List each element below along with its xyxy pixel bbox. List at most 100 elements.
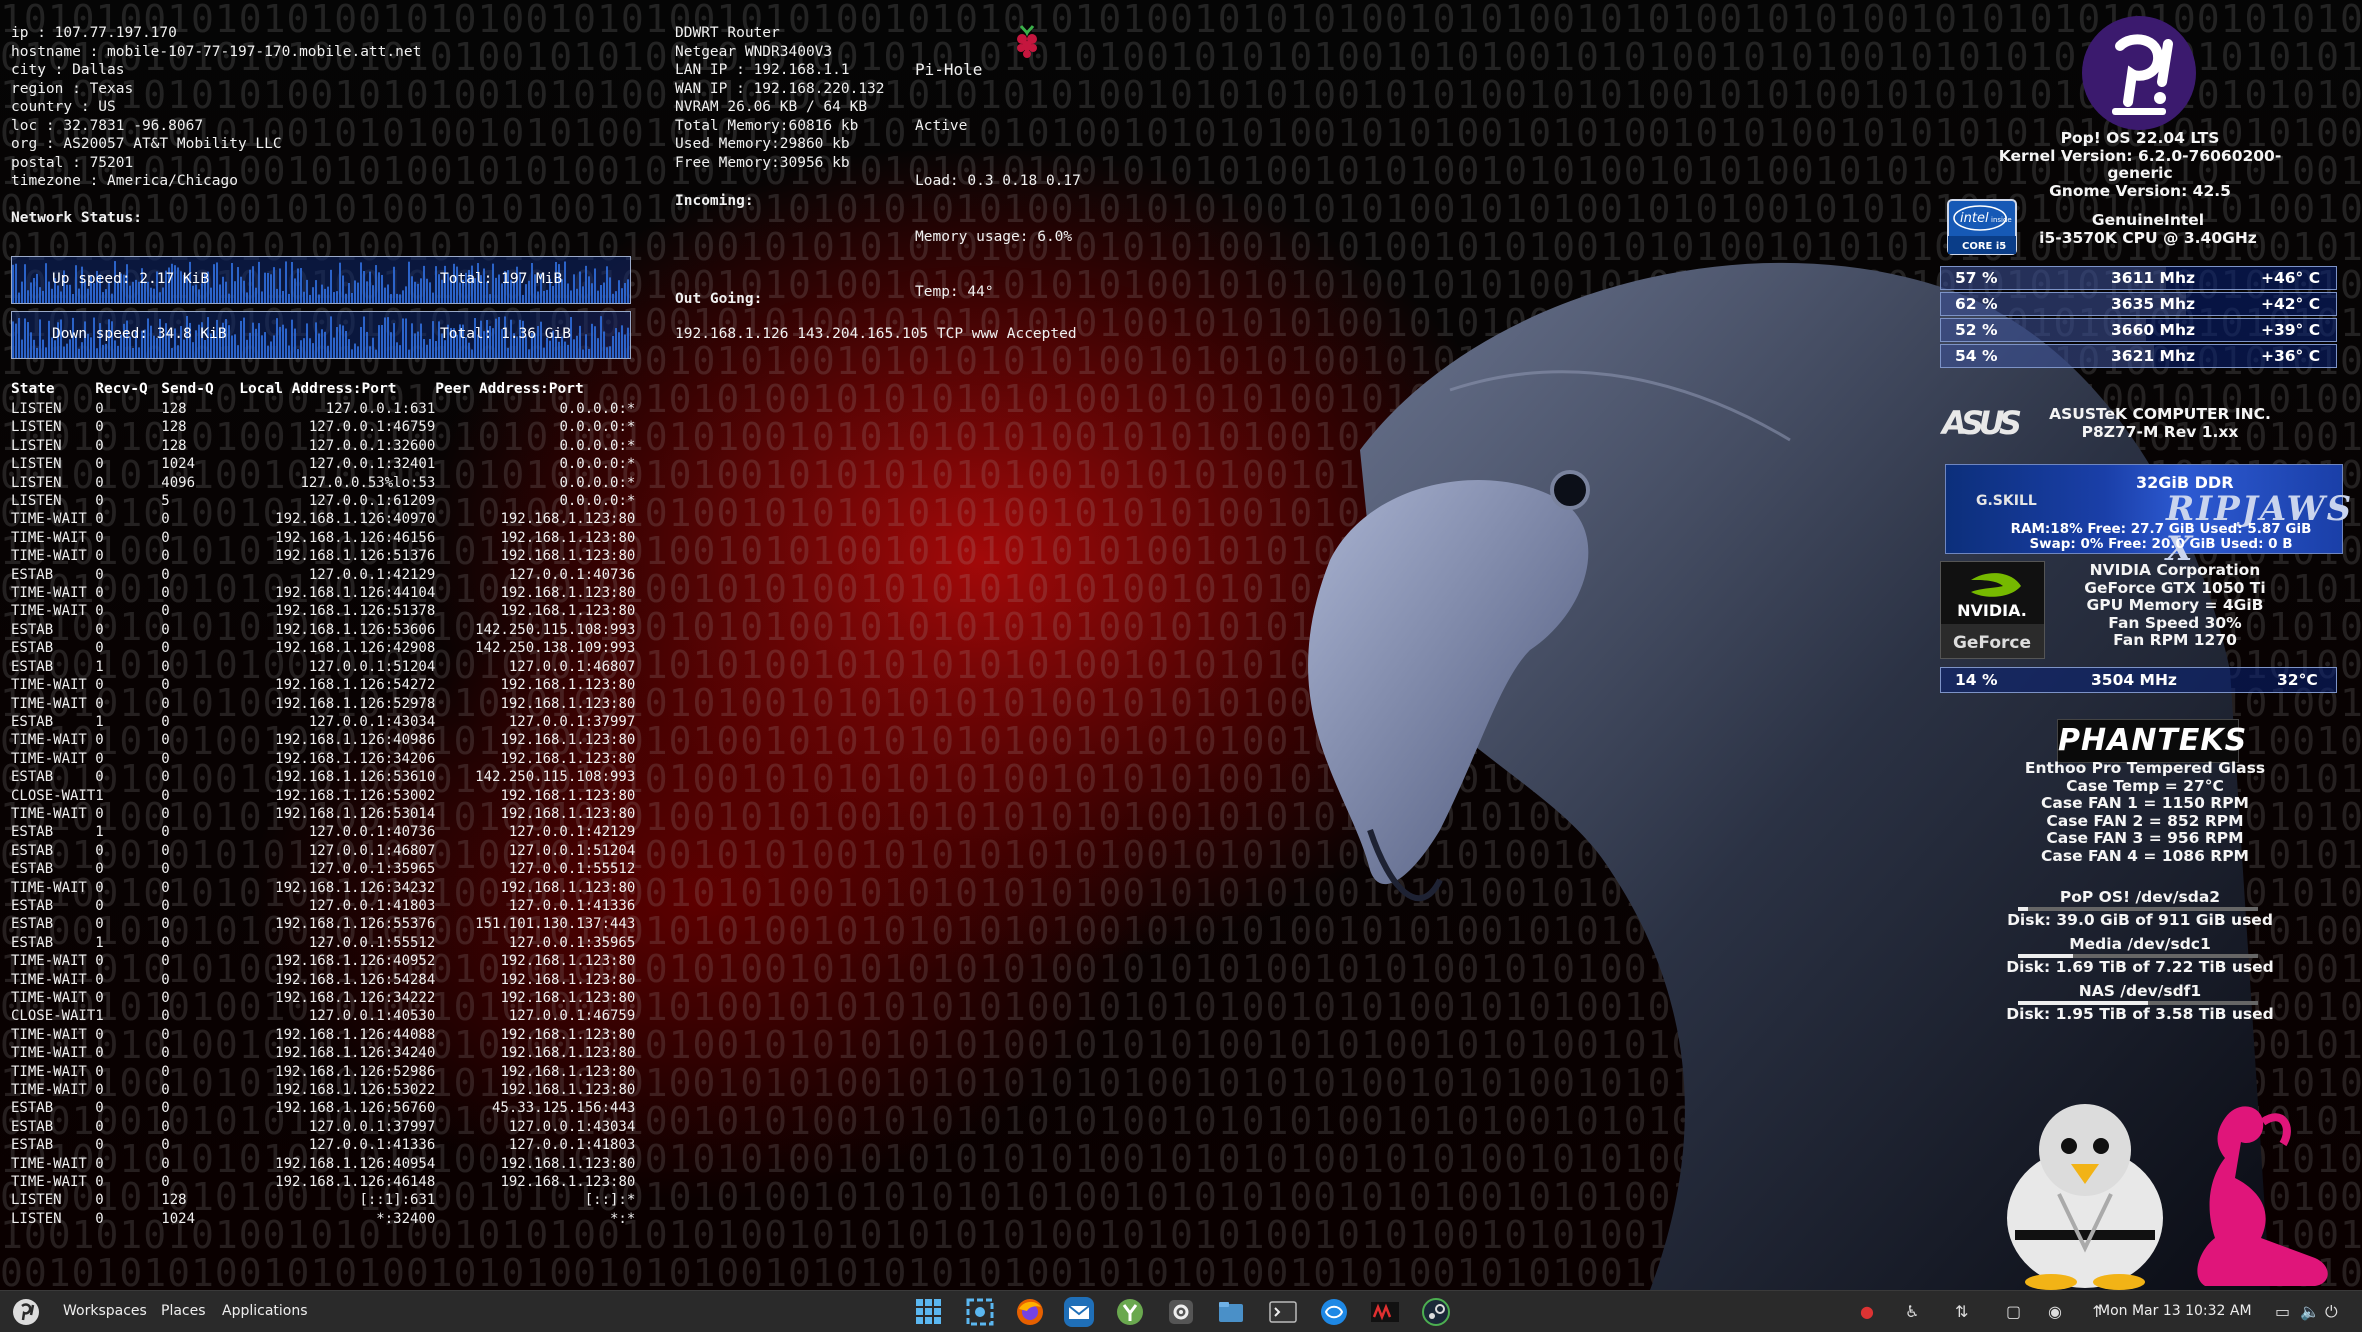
table-cell: ESTAB: [11, 1137, 54, 1154]
table-cell: 4096: [161, 474, 196, 491]
table-cell: LISTEN: [11, 437, 62, 454]
power-icon[interactable]: ⏻: [2325, 1302, 2338, 1322]
table-cell: 0: [161, 787, 170, 804]
settings-gear-icon[interactable]: [1166, 1297, 1196, 1327]
mail-app-icon[interactable]: [1064, 1297, 1094, 1327]
table-cell: 0: [95, 1045, 104, 1062]
steam-icon[interactable]: [1421, 1297, 1451, 1327]
firefox-icon[interactable]: [1015, 1297, 1045, 1327]
table-cell: TIME-WAIT: [11, 548, 87, 565]
board-vendor: ASUSTeK COMPUTER INC.: [2049, 405, 2271, 423]
table-cell: 192.168.1.123:80: [500, 953, 636, 970]
workspaces-button[interactable]: Workspaces: [63, 1303, 147, 1319]
table-cell: 192.168.1.123:80: [500, 1174, 636, 1191]
router-info-line: LAN IP : 192.168.1.1: [675, 62, 850, 78]
table-cell: 0: [95, 474, 104, 491]
volume-icon[interactable]: 🔈: [2300, 1302, 2320, 1321]
table-cell: TIME-WAIT: [11, 1174, 87, 1191]
table-cell: [::1]:631: [359, 1192, 436, 1209]
applications-button[interactable]: Applications: [222, 1303, 308, 1319]
table-cell: 1024: [161, 1210, 196, 1227]
pink-figure-image: [2197, 1106, 2328, 1286]
table-row: TIME-WAIT 0 0 192.168.1.126:40986 192.168.1.…: [11, 731, 635, 749]
accessibility-icon[interactable]: ♿: [1905, 1302, 1919, 1321]
table-cell: 0: [95, 953, 104, 970]
table-cell: LISTEN: [11, 401, 62, 417]
table-cell: 142.250.138.109:993: [475, 640, 636, 657]
table-cell: 0: [161, 658, 170, 675]
netstat-header: Local Address:Port: [239, 380, 397, 397]
table-row: ESTAB 1 0 127.0.0.1:43034 127.0.0.1:37997: [11, 713, 635, 731]
table-cell: 1: [95, 658, 104, 675]
table-cell: 0: [161, 971, 170, 988]
table-cell: 0: [161, 861, 170, 878]
table-cell: 0: [95, 566, 104, 583]
table-cell: LISTEN: [11, 474, 62, 491]
table-row: TIME-WAIT 0 0 192.168.1.126:34206 192.168.1.…: [11, 750, 635, 768]
router-info-line: Total Memory:60816 kb: [675, 117, 859, 134]
incoming-label: Incoming:: [675, 193, 754, 209]
monitor-app-icon[interactable]: [1370, 1297, 1400, 1327]
table-cell: 127.0.0.1:51204: [308, 658, 436, 675]
table-row: ESTAB 0 0 192.168.1.126:53606 142.250.115.10…: [11, 621, 635, 639]
table-cell: TIME-WAIT: [11, 1155, 87, 1172]
cpu-frequency: 3611 Mhz: [2111, 269, 2196, 287]
table-cell: 142.250.115.108:993: [475, 621, 636, 638]
clipboard-icon[interactable]: ▢: [2006, 1302, 2021, 1321]
table-cell: 0: [161, 750, 170, 767]
table-row: ESTAB 0 0 127.0.0.1:41803 127.0.0.1:41336: [11, 897, 635, 915]
nvidia-logo-text: NVIDIA.: [1957, 601, 2027, 620]
app-grid-icon[interactable]: [914, 1297, 944, 1327]
app-y-icon[interactable]: [1115, 1297, 1145, 1327]
ip-info-line: loc : 32.7831 -96.8067: [11, 117, 204, 134]
os-info: Pop! OS 22.04 LTS Kernel Version: 6.2.0-…: [1970, 129, 2310, 200]
table-cell: ESTAB: [11, 897, 54, 914]
table-cell: 1024: [161, 456, 196, 473]
table-cell: 192.168.1.123:80: [500, 677, 636, 694]
record-indicator-icon[interactable]: ●: [1860, 1302, 1874, 1321]
table-row: ESTAB 1 0 127.0.0.1:51204 127.0.0.1:46807: [11, 658, 635, 676]
table-cell: 128: [161, 419, 187, 436]
table-row: ESTAB 0 0 192.168.1.126:55376 151.101.130.13…: [11, 915, 635, 933]
table-cell: 127.0.0.1:35965: [308, 861, 436, 878]
table-row: TIME-WAIT 0 0 192.168.1.126:34240 192.168.1.…: [11, 1044, 635, 1062]
table-row: ESTAB 0 0 192.168.1.126:42908 142.250.138.10…: [11, 639, 635, 657]
steam-tray-icon[interactable]: ◉: [2048, 1302, 2062, 1321]
table-row: TIME-WAIT 0 0 192.168.1.126:40954 192.168.1.…: [11, 1155, 635, 1173]
table-cell: 151.101.130.137:443: [475, 916, 636, 933]
popos-menu-icon[interactable]: [12, 1298, 40, 1326]
network-app-icon[interactable]: [1319, 1297, 1349, 1327]
table-row: LISTEN 0 128 127.0.0.1:32600 0.0.0.0:*: [11, 437, 635, 455]
terminal-icon[interactable]: [1268, 1297, 1298, 1327]
gpu-usage: 14 %: [1955, 671, 1998, 689]
outgoing-connection: 192.168.1.126 143.204.165.105 TCP www Ac…: [675, 326, 1077, 342]
table-row: ESTAB 0 0 192.168.1.126:53610 142.250.115.10…: [11, 768, 635, 786]
table-cell: 0: [95, 1192, 104, 1209]
intel-core-i5-icon: intel inside CORE i5: [1946, 198, 2018, 256]
network-tray-icon[interactable]: ⇅: [1955, 1302, 1968, 1321]
outgoing-label: Out Going:: [675, 291, 763, 307]
table-cell: 0: [161, 842, 170, 859]
table-cell: 192.168.1.126:53022: [275, 1082, 436, 1099]
table-cell: 0: [161, 1100, 170, 1117]
raspberry-pi-icon: [1017, 25, 1037, 58]
table-row: TIME-WAIT 0 0 192.168.1.126:53014 192.168.1.…: [11, 805, 635, 823]
table-cell: 0: [161, 640, 170, 657]
table-cell: 192.168.1.126:53014: [275, 805, 436, 822]
table-cell: 0: [95, 897, 104, 914]
table-cell: ESTAB: [11, 640, 54, 657]
gpu-info-line: Fan Speed 30%: [2108, 613, 2242, 632]
table-cell: 0: [95, 1155, 104, 1172]
table-row: ESTAB 0 0 127.0.0.1:37997 127.0.0.1:43034: [11, 1118, 635, 1136]
screenshot-app-icon[interactable]: [965, 1297, 995, 1327]
router-info-line: Free Memory:30956 kb: [675, 154, 850, 171]
table-cell: LISTEN: [11, 1192, 62, 1209]
files-app-icon[interactable]: [1216, 1297, 1246, 1327]
table-cell: 192.168.1.126:40954: [275, 1155, 436, 1172]
keyboard-icon[interactable]: ▭: [2275, 1302, 2290, 1321]
clock[interactable]: Mon Mar 13 10:32 AM: [2098, 1303, 2252, 1319]
case-info-line: Case FAN 1 = 1150 RPM: [2041, 794, 2249, 812]
places-button[interactable]: Places: [161, 1303, 206, 1319]
table-cell: 192.168.1.123:80: [500, 805, 636, 822]
table-cell: 127.0.0.1:32600: [308, 437, 436, 454]
